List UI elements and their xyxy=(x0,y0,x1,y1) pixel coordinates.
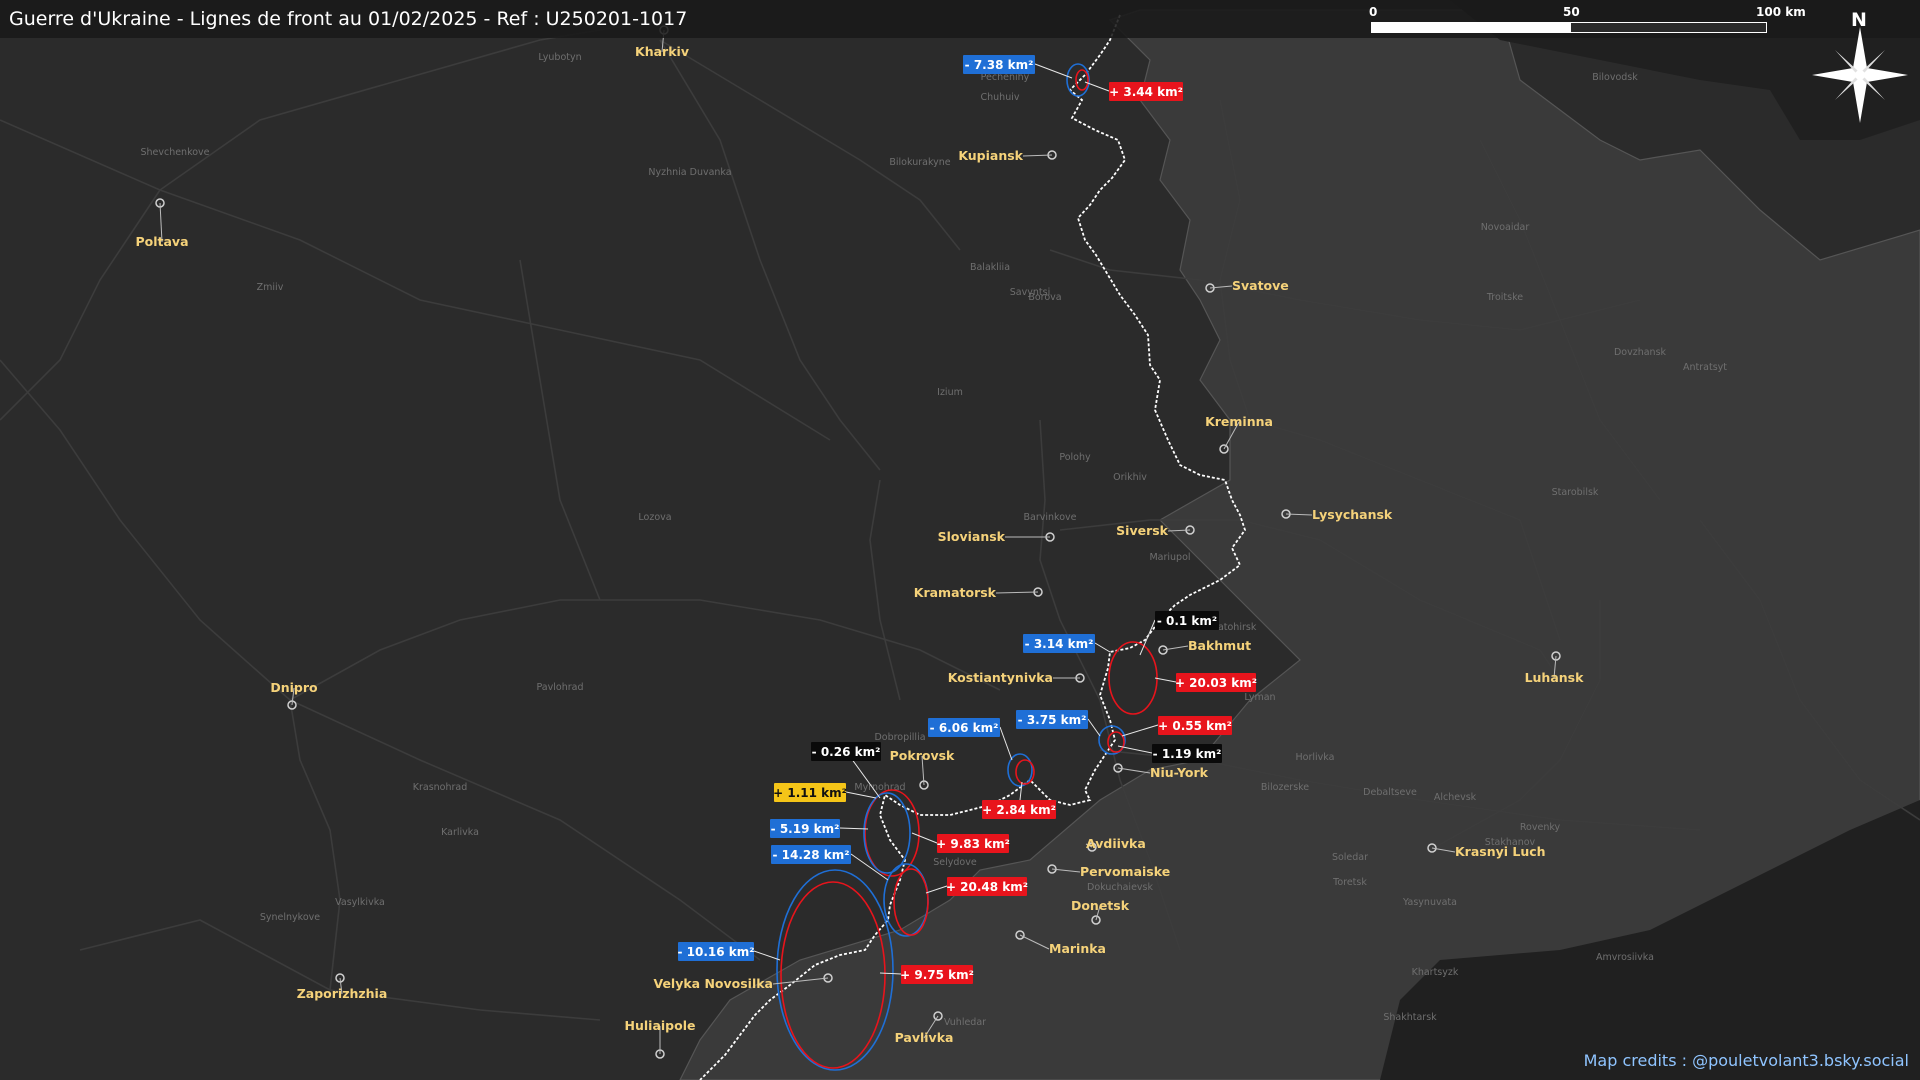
callout-text: - 6.06 km² xyxy=(930,721,999,735)
city-label: Krasnyi Luch xyxy=(1455,844,1546,859)
town-label-lyubotyn: Lyubotyn xyxy=(538,52,581,63)
callout-text: + 1.11 km² xyxy=(773,786,847,800)
town-label-selydove: Selydove xyxy=(933,857,977,868)
city-label: Siversk xyxy=(1116,523,1169,538)
town-label-bilozerske: Bilozerske xyxy=(1261,782,1309,793)
town-label-dokuchaievsk: Dokuchaievsk xyxy=(1087,882,1153,893)
city-label: Svatove xyxy=(1232,278,1289,293)
callout-text: - 3.14 km² xyxy=(1025,637,1094,651)
town-label-balakliia: Balakliia xyxy=(970,262,1010,273)
town-label-bilokurakyne: Bilokurakyne xyxy=(889,157,950,168)
city-label: Donetsk xyxy=(1071,898,1130,913)
north-arrow-icon xyxy=(1812,27,1908,123)
callout-text: + 9.83 km² xyxy=(936,837,1010,851)
callout-text: - 5.19 km² xyxy=(771,822,840,836)
town-label-dobropillia: Dobropillia xyxy=(874,732,925,743)
town-label-borova: Borova xyxy=(1028,292,1061,303)
city-label: Pavlivka xyxy=(895,1030,954,1045)
city-label: Sloviansk xyxy=(938,529,1006,544)
scale-label-100: 100 km xyxy=(1756,5,1806,19)
town-label-synelnykove: Synelnykove xyxy=(260,912,320,923)
callout-text: + 0.55 km² xyxy=(1158,719,1232,733)
town-label-chuhuiv: Chuhuiv xyxy=(981,92,1020,103)
town-label-polohy: Polohy xyxy=(1059,452,1091,463)
town-label-nyzhnia-duvanka: Nyzhnia Duvanka xyxy=(648,167,731,178)
callout-text: + 20.48 km² xyxy=(946,880,1028,894)
city-label: Marinka xyxy=(1049,941,1106,956)
callout-text: - 1.19 km² xyxy=(1153,747,1222,761)
front-line-map[interactable]: LyubotynPechenihyChuhuivBalakliiaSavynts… xyxy=(0,0,1920,1080)
city-label: Bakhmut xyxy=(1188,638,1251,653)
town-label-lyman: Lyman xyxy=(1244,692,1275,703)
map-title: Guerre d'Ukraine - Lignes de front au 01… xyxy=(9,8,688,30)
city-label: Avdiivka xyxy=(1086,836,1146,851)
map-credits: Map credits : @pouletvolant3.bsky.social xyxy=(1583,1051,1909,1070)
callout-text: - 3.75 km² xyxy=(1018,713,1087,727)
town-label-izium: Izium xyxy=(937,387,963,398)
town-label-khartsyzk: Khartsyzk xyxy=(1412,967,1459,978)
city-label: Huliaipole xyxy=(625,1018,696,1033)
town-label-pavlohrad: Pavlohrad xyxy=(537,682,584,693)
town-label-soledar: Soledar xyxy=(1332,852,1368,863)
town-label-toretsk: Toretsk xyxy=(1332,877,1367,888)
town-label-vuhledar: Vuhledar xyxy=(944,1017,986,1028)
town-label-alchevsk: Alchevsk xyxy=(1434,792,1477,803)
town-label-krasnohrad: Krasnohrad xyxy=(413,782,468,793)
city-label: Kupiansk xyxy=(958,148,1023,163)
town-label-bilovodsk: Bilovodsk xyxy=(1592,72,1638,83)
city-label: Niu-York xyxy=(1150,765,1209,780)
city-label: Lysychansk xyxy=(1312,507,1393,522)
city-label: Pervomaiske xyxy=(1080,864,1170,879)
town-label-debaltseve: Debaltseve xyxy=(1363,787,1417,798)
town-label-starobilsk: Starobilsk xyxy=(1552,487,1599,498)
town-label-novoaidar: Novoaidar xyxy=(1481,222,1530,233)
town-label-antratsyt: Antratsyt xyxy=(1683,362,1727,373)
callout-text: + 9.75 km² xyxy=(900,968,974,982)
scale-bar-segment-first xyxy=(1371,22,1571,33)
callout-text: + 2.84 km² xyxy=(982,803,1056,817)
town-label-amvrosiivka: Amvrosiivka xyxy=(1596,952,1654,963)
town-label-zmiiv: Zmiiv xyxy=(257,282,284,293)
city-label: Poltava xyxy=(135,234,188,249)
scale-label-50: 50 xyxy=(1563,5,1580,19)
city-label: Kharkiv xyxy=(635,44,689,59)
city-label: Luhansk xyxy=(1525,670,1585,685)
town-label-orikhiv: Orikhiv xyxy=(1113,472,1147,483)
city-avdiivka: Avdiivka xyxy=(1085,836,1146,852)
town-label-vasylkivka: Vasylkivka xyxy=(335,897,385,908)
town-label-barvinkove: Barvinkove xyxy=(1024,512,1077,523)
town-label-yasynuvata: Yasynuvata xyxy=(1402,897,1457,908)
town-label-horlivka: Horlivka xyxy=(1296,752,1335,763)
town-label-dovzhansk: Dovzhansk xyxy=(1614,347,1667,358)
city-label: Kreminna xyxy=(1205,414,1273,429)
callout-text: - 14.28 km² xyxy=(772,848,849,862)
city-label: Zaporizhzhia xyxy=(297,986,388,1001)
callout-text: - 7.38 km² xyxy=(965,58,1034,72)
scale-label-0: 0 xyxy=(1369,5,1378,19)
town-label-shakhtarsk: Shakhtarsk xyxy=(1383,1012,1437,1023)
town-label-karlivka: Karlivka xyxy=(441,827,479,838)
town-label-troitske: Troitske xyxy=(1486,292,1523,303)
scale-bar-segment-second xyxy=(1570,22,1767,33)
callout-text: + 3.44 km² xyxy=(1109,85,1183,99)
callout-text: + 20.03 km² xyxy=(1175,676,1257,690)
callout-text: - 0.26 km² xyxy=(812,745,881,759)
callout-text: - 0.1 km² xyxy=(1157,614,1217,628)
city-label: Velyka Novosilka xyxy=(653,976,773,991)
town-label-mariupol: Mariupol xyxy=(1149,552,1190,563)
callout-text: - 10.16 km² xyxy=(677,945,754,959)
town-label-rovenky: Rovenky xyxy=(1520,822,1561,833)
city-label: Kostiantynivka xyxy=(948,670,1053,685)
city-label: Dnipro xyxy=(270,680,318,695)
town-label-lozova: Lozova xyxy=(638,512,671,523)
city-label: Kramatorsk xyxy=(914,585,997,600)
town-label-shevchenkove: Shevchenkove xyxy=(140,147,209,158)
city-label: Pokrovsk xyxy=(890,748,955,763)
